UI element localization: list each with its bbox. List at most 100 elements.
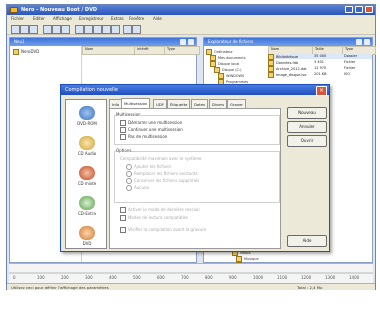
file-type: Dossier [344,54,358,58]
option-compatible-modes[interactable]: Modes de lecture compatibles [120,215,188,221]
option-continue-multisession[interactable]: Continuer une multisession [120,127,183,133]
checkbox[interactable] [120,120,126,126]
table-row[interactable]: Image_disque.iso 201 KB ISO [268,72,372,78]
properties-icon[interactable] [102,25,111,34]
info-icon[interactable] [111,25,120,34]
column-header-name[interactable]: Nom [82,46,138,55]
checkbox[interactable] [120,227,126,233]
close-icon[interactable]: × [316,86,327,96]
column-header-interest[interactable]: Intérêt [134,46,168,55]
option-last-session[interactable]: Activer le mode de dernière session [120,207,200,213]
pane-close-button[interactable] [364,39,370,45]
cut-icon[interactable] [52,25,61,34]
maximize-button[interactable] [355,6,363,13]
tick-label: 600 [157,275,165,280]
disc-icon[interactable] [84,25,93,34]
status-bar: Utilisez ceci pour définir l'affichage d… [7,283,375,290]
menu-view[interactable]: Affichage [53,16,72,21]
burn-icon[interactable] [75,25,84,34]
type-cd-extra[interactable]: CD-Extra [68,196,106,216]
disc-icon [13,49,19,55]
new-button[interactable]: Nouveau [287,107,327,119]
table-row[interactable]: Bibliothèque 35 000 Dossier [268,54,372,60]
window-title: Nero - Nouveau Boot / DVD [21,7,98,13]
option-start-multisession[interactable]: Démarrer une multisession [120,120,182,126]
dvd-video-icon [79,226,95,240]
tick-label: 900 [229,275,237,280]
arrow-icon[interactable] [43,25,52,34]
tick-label: 100 [37,275,45,280]
file-size: 201 KB [314,72,327,76]
file-size: 12 970 [314,66,327,70]
menu-extras[interactable]: Extras [111,16,124,21]
app-logo-icon [10,7,18,13]
dropdown-icon[interactable] [132,25,141,34]
open-button[interactable]: Ouvrir [287,135,327,147]
column-header-type[interactable]: Type [164,46,200,55]
close-window-button[interactable] [365,6,373,13]
checkbox[interactable] [120,215,126,221]
file-type: Fichier [344,60,356,64]
type-mixed-cd[interactable]: CD mixte [68,166,106,186]
option-compatibility[interactable]: Compatibilité maximale avec le système [120,156,202,161]
dialog-title: Compilation nouvelle [65,87,118,93]
option-verify[interactable]: Vérifier la compilation avant la gravure [120,227,206,233]
help-icon[interactable] [123,25,132,34]
radio-button[interactable] [126,185,132,191]
file-name: Archive_2012.dat [276,67,307,71]
menu-bar: Fichier Editer Affichage Enregistreur Ex… [7,15,375,23]
pane-minimize-button[interactable] [356,39,362,45]
checkbox[interactable] [120,134,126,140]
option-keep-deleted[interactable]: Conserver les fichiers supprimés [126,178,199,184]
pane-minimize-button[interactable] [180,39,186,45]
table-row[interactable]: Données.fdb 3 401 Fichier [268,60,372,66]
pane-close-button[interactable] [188,39,194,45]
type-audio-cd[interactable]: CD Audio [68,136,106,156]
tick-label: 1200 [301,275,312,280]
audio-cd-icon [79,136,95,150]
file-size: 35 000 [314,54,327,58]
tick-label: 300 [85,275,93,280]
file-browser-header: Explorateur de fichiers [204,38,372,46]
file-icon [268,72,274,78]
tick-label: 1300 [325,275,336,280]
radio-button[interactable] [126,171,132,177]
table-row[interactable]: Archive_2012.dat 12 970 Fichier [268,66,372,72]
file-name: Image_disque.iso [276,73,307,77]
compilation-pane-header: Neu1 [10,38,196,46]
copy-icon[interactable] [61,25,70,34]
menu-edit[interactable]: Editer [33,16,45,21]
dialog-title-bar[interactable]: Compilation nouvelle × [61,85,329,96]
cancel-button[interactable]: Annuler [287,121,327,133]
help-button[interactable]: Aide [287,235,327,247]
radio-button[interactable] [126,164,132,170]
minimize-button[interactable] [345,6,353,13]
tree-item[interactable]: NeroDVD [13,49,39,55]
dvd-icon [79,106,95,120]
checkbox[interactable] [120,207,126,213]
eject-icon[interactable] [93,25,102,34]
type-dvd[interactable]: DVD [68,226,106,246]
menu-help[interactable]: Aide [153,16,162,21]
menu-window[interactable]: Fenêtre [129,16,144,21]
mixed-cd-icon [79,166,95,180]
capacity-bar[interactable]: 0 100 200 300 400 500 600 700 800 900 10… [9,263,373,283]
save-icon[interactable] [29,25,38,34]
menu-recorder[interactable]: Enregistreur [79,16,104,21]
option-no-multisession[interactable]: Pas de multisession [120,134,167,140]
tab-panel: Multisession Démarrer une multisession C… [109,108,281,249]
radio-button[interactable] [126,178,132,184]
title-bar[interactable]: Nero - Nouveau Boot / DVD [7,5,375,15]
new-icon[interactable] [11,25,20,34]
option-replace-files[interactable]: Remplacer les fichiers existants [126,171,198,177]
option-add-files[interactable]: Ajouter les fichiers [126,164,171,170]
tick-label: 500 [133,275,141,280]
menu-file[interactable]: Fichier [11,16,24,21]
type-dvd-rom[interactable]: DVD-ROM [68,106,106,126]
option-none[interactable]: Aucune [126,185,149,191]
capacity-ruler [9,272,373,274]
checkbox[interactable] [120,127,126,133]
group-title: Multisession [116,112,141,117]
toolbar [7,23,375,35]
open-icon[interactable] [20,25,29,34]
